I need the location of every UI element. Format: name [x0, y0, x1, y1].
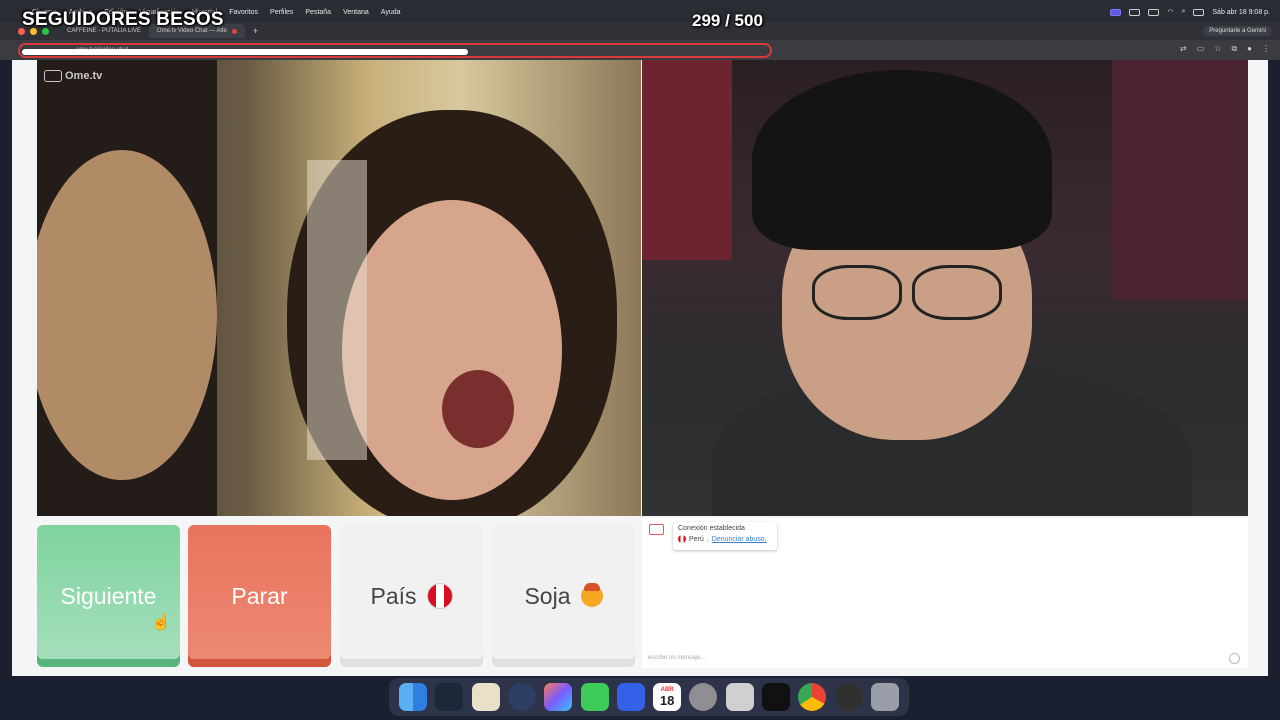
hand-cursor-icon: ☝: [151, 614, 171, 631]
own-camera-video: [642, 60, 1248, 516]
settings-icon[interactable]: [689, 683, 718, 711]
country-label: País: [370, 582, 417, 609]
gemini-button[interactable]: Preguntarle a Gemini: [1203, 26, 1272, 36]
roblox-icon[interactable]: [616, 683, 645, 711]
calendar-day: 18: [659, 692, 675, 708]
profile-icon[interactable]: ●: [1247, 44, 1252, 54]
calendar-icon[interactable]: ABR 18: [653, 683, 682, 711]
address-bar: ome.tv/#/video-chat ⇄ ▭ ☆ ⧉ ● ⋮: [0, 40, 1280, 60]
peru-flag-icon: [426, 583, 453, 609]
chat-input[interactable]: escribe un mensaje...: [648, 655, 705, 661]
stop-label: Parar: [231, 582, 288, 609]
next-button[interactable]: Siguiente: [37, 525, 180, 667]
keyboard-icon[interactable]: [1148, 8, 1160, 16]
menu-ayuda[interactable]: Ayuda: [375, 9, 407, 16]
messages-icon[interactable]: [580, 683, 609, 711]
translate-icon[interactable]: ⇄: [1180, 44, 1187, 54]
wifi-icon[interactable]: ◠: [1167, 8, 1173, 16]
screen-record-icon[interactable]: [1110, 8, 1122, 16]
extensions-icon[interactable]: ⧉: [1231, 44, 1237, 54]
stranger-video: [37, 60, 641, 516]
launchpad-icon[interactable]: [544, 683, 573, 711]
logo-text: Ome.tv: [65, 70, 103, 82]
stream-overlay-counter: 299 / 500: [692, 11, 763, 30]
stop-button[interactable]: Parar: [188, 525, 331, 667]
separator: .: [706, 535, 709, 543]
screenshot-icon[interactable]: [725, 683, 754, 711]
partner-country: Perú: [689, 535, 704, 543]
capcut-icon[interactable]: [761, 683, 790, 711]
url-redaction-bar: [22, 49, 468, 55]
control-center-icon[interactable]: [1193, 8, 1205, 16]
menu-dots-icon[interactable]: ⋮: [1262, 44, 1270, 54]
steam-icon[interactable]: [435, 683, 464, 711]
next-label: Siguiente: [60, 582, 157, 609]
dock: ABR 18: [389, 678, 909, 716]
chrome-icon[interactable]: [798, 683, 827, 711]
menu-pestana[interactable]: Pestaña: [299, 9, 337, 16]
gender-label: Soja: [524, 582, 571, 609]
menu-ventana[interactable]: Ventana: [337, 9, 375, 16]
cast-icon[interactable]: ▭: [1197, 44, 1205, 54]
finder-icon[interactable]: [399, 683, 428, 711]
obs-icon[interactable]: [834, 683, 863, 711]
bookmark-star-icon[interactable]: ☆: [1214, 44, 1221, 54]
stream-overlay-title: SEGUIDORES BESOS: [22, 9, 224, 30]
gender-filter-button[interactable]: Soja: [492, 525, 635, 667]
new-tab-button[interactable]: +: [245, 26, 266, 36]
menu-perfiles[interactable]: Perfiles: [264, 9, 299, 16]
recording-icon: [231, 28, 237, 34]
trash-icon[interactable]: [870, 683, 899, 711]
chat-camera-icon: [649, 524, 664, 535]
menu-favoritos[interactable]: Favoritos: [223, 9, 264, 16]
address-bar-actions: ⇄ ▭ ☆ ⧉ ● ⋮: [1180, 44, 1270, 54]
quicktime-icon[interactable]: [507, 683, 536, 711]
camera-logo-icon: [44, 70, 62, 82]
notes-icon[interactable]: [471, 683, 500, 711]
report-abuse-link[interactable]: Denunciar abuso.: [712, 536, 767, 543]
ometv-logo: Ome.tv: [44, 70, 102, 82]
clock[interactable]: Sáb abr 18 9:08 p.: [1212, 9, 1270, 16]
peru-flag-icon: [678, 535, 686, 543]
status-icon[interactable]: [1129, 8, 1141, 16]
country-filter-button[interactable]: País: [340, 525, 483, 667]
connection-status-text: Conexión establecida: [678, 525, 745, 532]
emoji-icon[interactable]: [1229, 653, 1240, 664]
boy-emoji-icon: [580, 583, 603, 607]
search-icon[interactable]: ⌕: [1181, 8, 1185, 16]
connection-message: Conexión establecida Perú . Denunciar ab…: [673, 522, 777, 550]
